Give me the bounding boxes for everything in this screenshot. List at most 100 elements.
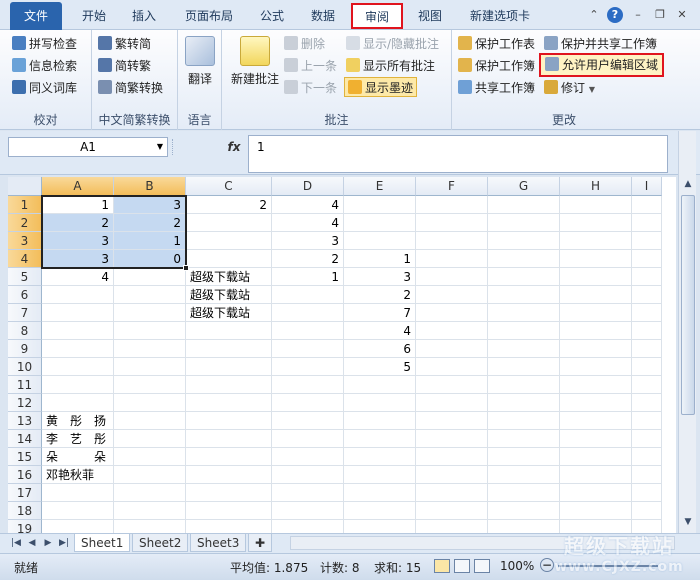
sheet-tab-2[interactable]: Sheet2 [132, 534, 189, 552]
formula-bar-splitter[interactable] [172, 139, 182, 155]
cell-a13[interactable]: 黄 彤 扬 [42, 412, 114, 430]
column-header[interactable]: A [42, 177, 114, 196]
cell-a16[interactable]: 邓艳秋菲 [42, 466, 114, 484]
cell-d18[interactable] [272, 502, 344, 520]
prev-sheet-icon[interactable]: ◀ [26, 537, 38, 549]
sheet-tab-3[interactable]: Sheet3 [190, 534, 247, 552]
cell-e15[interactable] [344, 448, 416, 466]
cell-a6[interactable] [42, 286, 114, 304]
horizontal-scrollbar[interactable] [290, 536, 675, 550]
cell-g17[interactable] [488, 484, 560, 502]
cell-f4[interactable] [416, 250, 488, 268]
cell-i11[interactable] [632, 376, 662, 394]
cell-d14[interactable] [272, 430, 344, 448]
cell-d11[interactable] [272, 376, 344, 394]
row-header[interactable]: 13 [8, 412, 42, 430]
cell-h12[interactable] [560, 394, 632, 412]
cell-c19[interactable] [186, 520, 272, 533]
cell-b16[interactable] [114, 466, 186, 484]
cell-c13[interactable] [186, 412, 272, 430]
tab-file[interactable]: 文件 [10, 2, 62, 30]
cell-e4[interactable]: 1 [344, 250, 416, 268]
cell-a5[interactable]: 4 [42, 268, 114, 286]
tab-new-tab[interactable]: 新建选项卡 [462, 4, 538, 28]
cell-f10[interactable] [416, 358, 488, 376]
cell-d19[interactable] [272, 520, 344, 533]
tab-data[interactable]: 数据 [303, 4, 343, 28]
row-header[interactable]: 9 [8, 340, 42, 358]
cell-c14[interactable] [186, 430, 272, 448]
cell-b18[interactable] [114, 502, 186, 520]
column-header[interactable]: B [114, 177, 186, 196]
cell-h14[interactable] [560, 430, 632, 448]
select-all-corner[interactable] [8, 177, 42, 196]
tab-insert[interactable]: 插入 [124, 4, 164, 28]
cell-g13[interactable] [488, 412, 560, 430]
cell-d9[interactable] [272, 340, 344, 358]
delete-comment-button[interactable]: 删除 [284, 34, 325, 54]
cell-c2[interactable] [186, 214, 272, 232]
cell-a3[interactable]: 3 [42, 232, 114, 250]
cell-b6[interactable] [114, 286, 186, 304]
cell-c5[interactable]: 超级下载站 [186, 268, 272, 286]
cell-h4[interactable] [560, 250, 632, 268]
cell-g2[interactable] [488, 214, 560, 232]
cell-c17[interactable] [186, 484, 272, 502]
cell-f16[interactable] [416, 466, 488, 484]
row-header[interactable]: 18 [8, 502, 42, 520]
cell-h13[interactable] [560, 412, 632, 430]
cell-i3[interactable] [632, 232, 662, 250]
normal-view-icon[interactable] [434, 559, 450, 573]
page-break-view-icon[interactable] [474, 559, 490, 573]
cell-c10[interactable] [186, 358, 272, 376]
row-header[interactable]: 6 [8, 286, 42, 304]
column-header[interactable]: D [272, 177, 344, 196]
cell-e13[interactable] [344, 412, 416, 430]
restore-icon[interactable]: ❐ [652, 7, 668, 23]
cell-d17[interactable] [272, 484, 344, 502]
column-header[interactable]: C [186, 177, 272, 196]
worksheet-grid[interactable]: A B C D E F G H I 1 1 3 2 4 2 2 2 4 3 3 1 3 4 3 0 2 1 5 4 超级下载站 1 3 6 超级下… [8, 177, 676, 533]
zoom-slider[interactable] [558, 565, 658, 567]
cell-b13[interactable] [114, 412, 186, 430]
cell-h2[interactable] [560, 214, 632, 232]
cell-e19[interactable] [344, 520, 416, 533]
tab-view[interactable]: 视图 [410, 4, 450, 28]
minimize-icon[interactable]: – [630, 7, 646, 23]
cell-d6[interactable] [272, 286, 344, 304]
cell-g12[interactable] [488, 394, 560, 412]
cell-i10[interactable] [632, 358, 662, 376]
zoom-level[interactable]: 100% [500, 559, 534, 573]
cell-c8[interactable] [186, 322, 272, 340]
scroll-thumb[interactable] [681, 195, 695, 415]
cell-g1[interactable] [488, 196, 560, 214]
cell-c6[interactable]: 超级下载站 [186, 286, 272, 304]
cell-h5[interactable] [560, 268, 632, 286]
chinese-convert-button[interactable]: 简繁转换 [98, 78, 163, 98]
cell-i2[interactable] [632, 214, 662, 232]
row-header[interactable]: 4 [8, 250, 42, 268]
cell-b11[interactable] [114, 376, 186, 394]
cell-g4[interactable] [488, 250, 560, 268]
cell-c18[interactable] [186, 502, 272, 520]
cell-e2[interactable] [344, 214, 416, 232]
close-icon[interactable]: ✕ [674, 7, 690, 23]
protect-and-share-button[interactable]: 保护并共享工作簿 [544, 34, 657, 54]
cell-b2[interactable]: 2 [114, 214, 186, 232]
cell-h17[interactable] [560, 484, 632, 502]
show-ink-button[interactable]: 显示墨迹 [344, 77, 418, 97]
cell-d10[interactable] [272, 358, 344, 376]
cell-i16[interactable] [632, 466, 662, 484]
row-header[interactable]: 7 [8, 304, 42, 322]
row-header[interactable]: 11 [8, 376, 42, 394]
cell-b15[interactable] [114, 448, 186, 466]
to-simplified-button[interactable]: 繁转简 [98, 34, 151, 54]
track-changes-button[interactable]: 修订 ▼ [544, 78, 595, 98]
cell-b3[interactable]: 1 [114, 232, 186, 250]
cell-e18[interactable] [344, 502, 416, 520]
cell-e11[interactable] [344, 376, 416, 394]
cell-d2[interactable]: 4 [272, 214, 344, 232]
last-sheet-icon[interactable]: ▶| [58, 537, 70, 549]
scroll-up-icon[interactable]: ▲ [682, 179, 694, 191]
cell-b4[interactable]: 0 [114, 250, 186, 268]
